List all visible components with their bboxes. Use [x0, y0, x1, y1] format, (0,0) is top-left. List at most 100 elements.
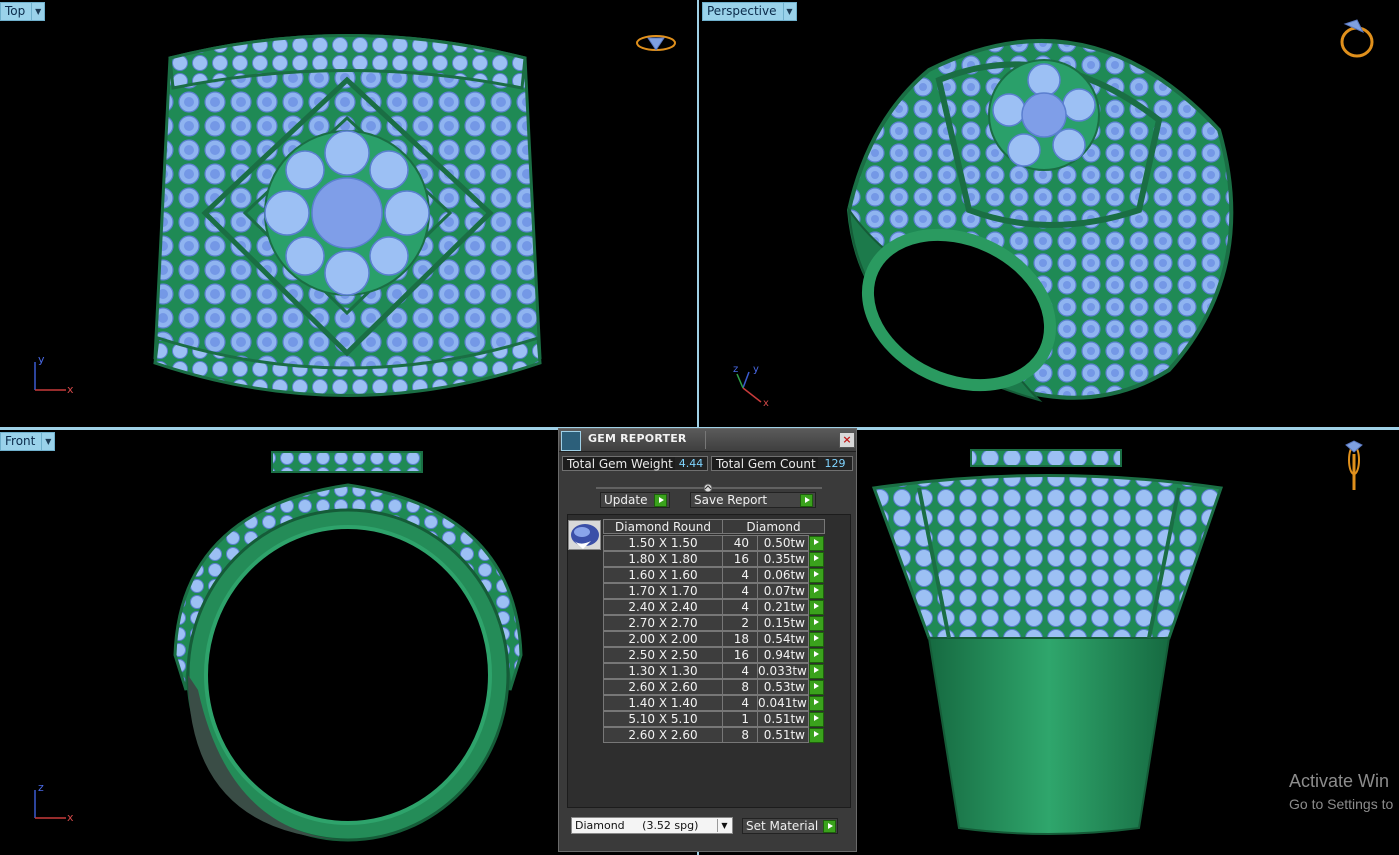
- table-row[interactable]: 1.60 X 1.60 4 0.06tw: [603, 567, 825, 583]
- chevron-down-icon[interactable]: ▼: [32, 2, 46, 21]
- perspective-orientation-icon[interactable]: [1337, 18, 1377, 60]
- gem-weight-cell: 0.21tw: [757, 599, 809, 615]
- svg-text:x: x: [67, 811, 74, 824]
- gem-weight-cell: 0.07tw: [757, 583, 809, 599]
- table-row[interactable]: 1.30 X 1.30 4 0.033tw: [603, 663, 825, 679]
- viewport-label-top[interactable]: Top ▼: [0, 2, 46, 21]
- table-row[interactable]: 2.60 X 2.60 8 0.53tw: [603, 679, 825, 695]
- gem-count-cell: 18: [722, 631, 758, 647]
- select-gem-button[interactable]: [809, 680, 824, 695]
- viewport-name[interactable]: Front: [0, 432, 43, 451]
- select-gem-button[interactable]: [809, 600, 824, 615]
- play-icon: [654, 494, 667, 507]
- save-report-button[interactable]: Save Report: [690, 492, 816, 508]
- svg-text:z: z: [733, 364, 738, 375]
- table-row[interactable]: 1.80 X 1.80 16 0.35tw: [603, 551, 825, 567]
- table-row[interactable]: 1.70 X 1.70 4 0.07tw: [603, 583, 825, 599]
- table-row[interactable]: 1.50 X 1.50 40 0.50tw: [603, 535, 825, 551]
- update-label: Update: [604, 493, 648, 507]
- svg-text:y: y: [753, 364, 759, 375]
- side-view-orientation-icon[interactable]: [1342, 440, 1366, 494]
- gem-size-cell: 5.10 X 5.10: [603, 711, 723, 727]
- gem-weight-cell: 0.35tw: [757, 551, 809, 567]
- gem-weight-cell: 0.53tw: [757, 679, 809, 695]
- update-button[interactable]: Update: [600, 492, 670, 508]
- set-material-button[interactable]: Set Material: [742, 818, 838, 834]
- viewport-label-perspective[interactable]: Perspective ▼: [702, 2, 797, 21]
- total-gem-weight-field: Total Gem Weight 4.44: [562, 456, 708, 471]
- gem-count-cell: 2: [722, 615, 758, 631]
- select-gem-button[interactable]: [809, 536, 824, 551]
- gem-count-cell: 4: [722, 663, 758, 679]
- top-view-orientation-icon[interactable]: [634, 30, 678, 56]
- gem-weight-cell: 0.54tw: [757, 631, 809, 647]
- select-gem-button[interactable]: [809, 616, 824, 631]
- total-gem-count-value: 129: [818, 457, 852, 470]
- gem-size-cell: 2.70 X 2.70: [603, 615, 723, 631]
- panel-title: GEM REPORTER: [588, 432, 687, 445]
- gem-count-cell: 1: [722, 711, 758, 727]
- gem-count-cell: 4: [722, 583, 758, 599]
- select-gem-button[interactable]: [809, 632, 824, 647]
- select-gem-button[interactable]: [809, 664, 824, 679]
- axis-indicator-icon: z x: [34, 781, 74, 824]
- gem-count-cell: 4: [722, 567, 758, 583]
- gem-size-cell: 2.60 X 2.60: [603, 679, 723, 695]
- total-gem-weight-value: 4.44: [675, 457, 707, 470]
- viewport-label-front[interactable]: Front ▼: [0, 432, 56, 451]
- gem-reporter-logo-icon: [561, 431, 581, 451]
- gem-weight-cell: 0.51tw: [757, 711, 809, 727]
- gem-size-cell: 1.50 X 1.50: [603, 535, 723, 551]
- select-gem-button[interactable]: [809, 712, 824, 727]
- gem-size-cell: 2.60 X 2.60: [603, 727, 723, 743]
- gem-weight-cell: 0.033tw: [757, 663, 809, 679]
- chevron-down-icon[interactable]: ▼: [717, 819, 731, 832]
- gem-count-cell: 40: [722, 535, 758, 551]
- gem-count-cell: 16: [722, 647, 758, 663]
- play-icon: [823, 820, 836, 833]
- column-header-shape: Diamond Round: [603, 519, 723, 534]
- ring-front-view: [173, 451, 523, 842]
- gem-count-cell: 8: [722, 727, 758, 743]
- table-row[interactable]: 5.10 X 5.10 1 0.51tw: [603, 711, 825, 727]
- gem-size-cell: 1.60 X 1.60: [603, 567, 723, 583]
- table-row[interactable]: 2.60 X 2.60 8 0.51tw: [603, 727, 825, 743]
- top-viewport[interactable]: y x Top ▼: [0, 0, 697, 427]
- gem-size-cell: 2.00 X 2.00: [603, 631, 723, 647]
- gem-weight-cell: 0.50tw: [757, 535, 809, 551]
- table-row[interactable]: 2.40 X 2.40 4 0.21tw: [603, 599, 825, 615]
- table-row[interactable]: 2.70 X 2.70 2 0.15tw: [603, 615, 825, 631]
- table-row[interactable]: 2.50 X 2.50 16 0.94tw: [603, 647, 825, 663]
- gem-count-cell: 4: [722, 599, 758, 615]
- perspective-viewport[interactable]: z y x Perspective ▼: [699, 0, 1399, 427]
- gem-weight-cell: 0.51tw: [757, 727, 809, 743]
- chevron-down-icon[interactable]: ▼: [42, 432, 56, 451]
- chevron-down-icon[interactable]: ▼: [783, 2, 797, 21]
- total-gem-weight-label: Total Gem Weight: [567, 457, 673, 471]
- select-gem-button[interactable]: [809, 552, 824, 567]
- close-icon[interactable]: ×: [839, 432, 855, 448]
- ring-side-view: [871, 449, 1224, 835]
- gem-size-cell: 1.30 X 1.30: [603, 663, 723, 679]
- gem-count-cell: 4: [722, 695, 758, 711]
- panel-titlebar[interactable]: GEM REPORTER ×: [559, 429, 856, 452]
- total-gem-count-field: Total Gem Count 129: [711, 456, 853, 471]
- select-gem-button[interactable]: [809, 696, 824, 711]
- axis-indicator-icon: y x: [34, 353, 74, 396]
- material-select[interactable]: Diamond (3.52 spg) ▼: [571, 817, 733, 834]
- viewport-name[interactable]: Perspective: [702, 2, 784, 21]
- select-gem-button[interactable]: [809, 568, 824, 583]
- viewport-name[interactable]: Top: [0, 2, 33, 21]
- select-gem-button[interactable]: [809, 584, 824, 599]
- table-row[interactable]: 2.00 X 2.00 18 0.54tw: [603, 631, 825, 647]
- svg-text:z: z: [38, 781, 44, 794]
- gem-weight-cell: 0.06tw: [757, 567, 809, 583]
- select-gem-button[interactable]: [809, 648, 824, 663]
- table-row[interactable]: 1.40 X 1.40 4 0.041tw: [603, 695, 825, 711]
- total-gem-count-label: Total Gem Count: [716, 457, 816, 471]
- select-gem-button[interactable]: [809, 728, 824, 743]
- activation-watermark-subtitle: Go to Settings to: [1289, 796, 1394, 812]
- gem-weight-cell: 0.94tw: [757, 647, 809, 663]
- save-report-label: Save Report: [694, 493, 768, 507]
- gem-weight-cell: 0.041tw: [757, 695, 809, 711]
